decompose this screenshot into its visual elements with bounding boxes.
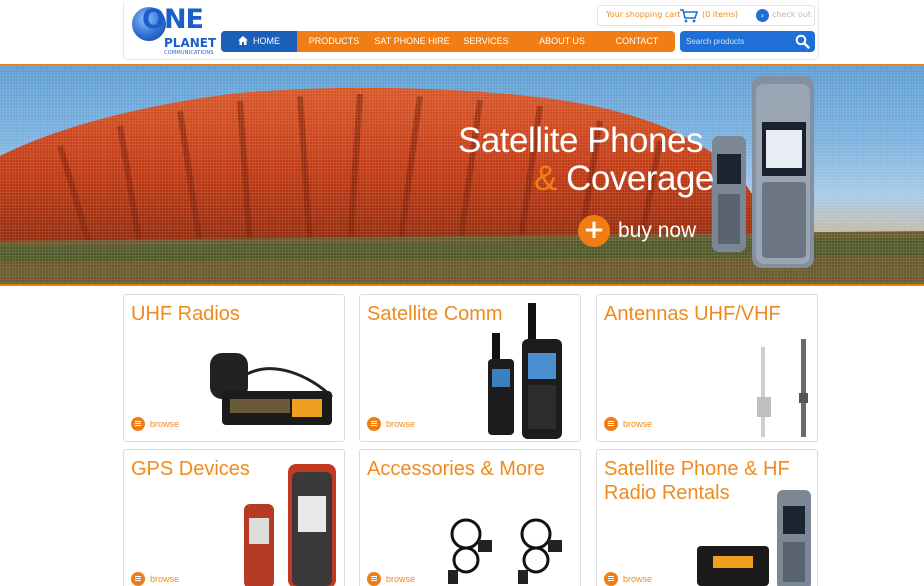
list-icon bbox=[604, 572, 618, 586]
browse-link[interactable]: browse bbox=[367, 572, 415, 586]
list-icon bbox=[367, 572, 381, 586]
browse-label: browse bbox=[150, 419, 180, 429]
accessories-image bbox=[448, 518, 562, 584]
banner-title-amp: & bbox=[534, 159, 557, 198]
nav-contact[interactable]: CONTACT bbox=[607, 31, 667, 52]
nav-products[interactable]: PRODUCTS bbox=[303, 31, 365, 52]
hero-banner: Satellite Phones & Coverage + buy now bbox=[0, 64, 924, 286]
search-input[interactable] bbox=[686, 34, 786, 49]
cart-label: Your shopping cart bbox=[606, 10, 681, 19]
card-title[interactable]: Antennas UHF/VHF bbox=[604, 302, 809, 326]
list-icon bbox=[131, 417, 145, 431]
satellite-phones-image bbox=[712, 76, 814, 268]
nav-sat-phone-hire[interactable]: SAT PHONE HIRE bbox=[371, 31, 453, 52]
nav-services[interactable]: SERVICES bbox=[457, 31, 515, 52]
logo-text-one: ONE bbox=[142, 4, 204, 35]
cart-item-count[interactable]: (0 items) bbox=[702, 10, 738, 19]
browse-label: browse bbox=[623, 419, 653, 429]
product-card-uhf-radios[interactable]: UHF Radios browse bbox=[123, 294, 345, 442]
browse-label: browse bbox=[150, 574, 180, 584]
browse-label: browse bbox=[386, 574, 416, 584]
product-card-satellite-comm[interactable]: Satellite Comm browse bbox=[359, 294, 581, 442]
buy-now-button[interactable]: + buy now bbox=[578, 214, 696, 248]
plus-icon: + bbox=[578, 215, 610, 247]
main-nav: HOME PRODUCTS SAT PHONE HIRE SERVICES AB… bbox=[221, 31, 675, 52]
product-card-rentals[interactable]: Satellite Phone & HF Radio Rentals brows… bbox=[596, 449, 818, 586]
checkout-link[interactable]: check out bbox=[772, 10, 811, 19]
banner-title-line2: Coverage bbox=[566, 159, 714, 198]
card-title[interactable]: Accessories & More bbox=[367, 457, 572, 481]
list-icon bbox=[131, 572, 145, 586]
site-header: ONE PLANET COMMUNICATIONS Your shopping … bbox=[0, 0, 924, 64]
logo-text-planet: PLANET bbox=[164, 36, 217, 50]
chevron-right-icon[interactable]: › bbox=[756, 9, 769, 22]
shopping-cart-widget[interactable]: Your shopping cart (0 items) › check out bbox=[597, 5, 815, 26]
nav-about-us[interactable]: ABOUT US bbox=[531, 31, 593, 52]
uhf-radio-image bbox=[210, 353, 334, 425]
browse-link[interactable]: browse bbox=[604, 417, 652, 431]
satellite-phones-image bbox=[488, 303, 562, 439]
nav-home-label: HOME bbox=[253, 36, 280, 46]
search-bar bbox=[680, 31, 815, 52]
site-logo[interactable]: ONE PLANET COMMUNICATIONS bbox=[128, 4, 222, 58]
buy-now-label: buy now bbox=[618, 219, 697, 242]
list-icon bbox=[604, 417, 618, 431]
home-icon bbox=[238, 36, 248, 45]
search-icon[interactable] bbox=[795, 34, 810, 53]
list-icon bbox=[367, 417, 381, 431]
browse-link[interactable]: browse bbox=[367, 417, 415, 431]
rentals-image bbox=[697, 490, 811, 586]
product-card-antennas[interactable]: Antennas UHF/VHF browse bbox=[596, 294, 818, 442]
gps-devices-image bbox=[244, 464, 336, 586]
product-card-gps-devices[interactable]: GPS Devices browse bbox=[123, 449, 345, 586]
browse-link[interactable]: browse bbox=[131, 572, 179, 586]
browse-label: browse bbox=[386, 419, 416, 429]
browse-link[interactable]: browse bbox=[131, 417, 179, 431]
browse-link[interactable]: browse bbox=[604, 572, 652, 586]
banner-headline: Satellite Phones & Coverage bbox=[458, 122, 714, 198]
browse-label: browse bbox=[623, 574, 653, 584]
card-title[interactable]: UHF Radios bbox=[131, 302, 336, 326]
product-card-accessories[interactable]: Accessories & More browse bbox=[359, 449, 581, 586]
nav-home[interactable]: HOME bbox=[221, 31, 297, 52]
cart-icon[interactable] bbox=[680, 8, 699, 27]
antenna-image bbox=[757, 339, 808, 437]
logo-text-communications: COMMUNICATIONS bbox=[164, 50, 214, 56]
banner-title-line1: Satellite Phones bbox=[458, 121, 703, 160]
